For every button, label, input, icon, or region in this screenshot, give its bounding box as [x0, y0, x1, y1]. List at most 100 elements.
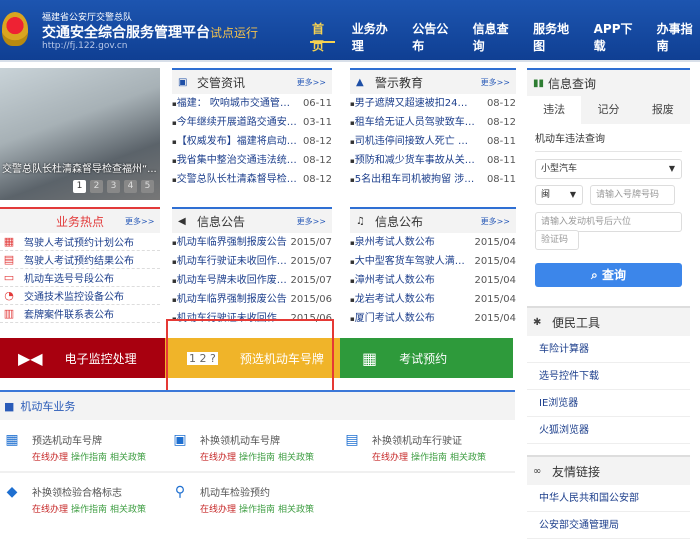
service-name[interactable]: 机动车检验预约: [200, 484, 314, 499]
list-item[interactable]: 漳州考试人数公布 2015/04: [350, 271, 516, 290]
carousel-caption[interactable]: 交警总队长杜清森督导检查福州“...: [2, 160, 158, 175]
province-select[interactable]: 闽 ▼: [535, 185, 583, 205]
banner-exam-booking[interactable]: ▦ 考试预约: [340, 338, 513, 378]
carousel-page[interactable]: 1: [73, 180, 86, 193]
item-title[interactable]: 预防和减少货车事故从关注...: [350, 151, 475, 170]
item-title[interactable]: 男子遮牌又超速被扣24分 自...: [350, 94, 475, 113]
site-title[interactable]: 交通安全综合服务管理平台试点运行: [42, 22, 258, 42]
carousel-page[interactable]: 4: [124, 180, 137, 193]
item-title[interactable]: 泉州考试人数公布: [350, 233, 435, 252]
carousel-page[interactable]: 5: [141, 180, 154, 193]
tab-points[interactable]: 记分: [581, 96, 635, 124]
item-title[interactable]: 机动车临界强制报废公告: [172, 290, 287, 309]
item-title[interactable]: 漳州考试人数公布: [350, 271, 435, 290]
item-title[interactable]: 福建： 吹响城市交通管理“...: [172, 94, 297, 113]
list-item[interactable]: 今年继续开展道路交通安全... 03-11: [172, 113, 332, 132]
list-item[interactable]: 福建： 吹响城市交通管理“... 06-11: [172, 94, 332, 113]
tool-link[interactable]: IE浏览器: [527, 390, 690, 417]
online-link[interactable]: 在线办理: [32, 505, 68, 515]
tool-link[interactable]: 车险计算器: [527, 336, 690, 363]
list-item[interactable]: 龙岩考试人数公布 2015/04: [350, 290, 516, 309]
service-name[interactable]: 补换领机动车行驶证: [372, 432, 486, 447]
policy-link[interactable]: 相关政策: [278, 453, 314, 463]
service-name[interactable]: 补换领检验合格标志: [32, 484, 146, 499]
query-submit-button[interactable]: ⌕ 查询: [535, 263, 682, 287]
list-item[interactable]: ▭ 机动车选号号段公布: [0, 269, 160, 287]
nav-business[interactable]: 业务办理: [350, 20, 395, 54]
item-title[interactable]: 我省集中整治交通违法统一...: [172, 151, 297, 170]
list-item[interactable]: 交警总队长杜清森督导检查... 08-12: [172, 170, 332, 189]
banner-e-monitor[interactable]: ▶◀ 电子监控处理: [0, 338, 165, 378]
item-title[interactable]: 机动车行驶证未收回作废公告: [172, 252, 291, 271]
vehicle-type-select[interactable]: 小型汽车 ▼: [535, 159, 682, 179]
friend-link[interactable]: 公安部交通管理局: [527, 512, 690, 539]
tab-violation[interactable]: 违法: [527, 96, 582, 124]
policy-link[interactable]: 相关政策: [450, 453, 486, 463]
policy-link[interactable]: 相关政策: [110, 453, 146, 463]
more-link[interactable]: 更多>>: [125, 216, 154, 227]
list-item[interactable]: 泉州考试人数公布 2015/04: [350, 233, 516, 252]
guide-link[interactable]: 操作指南: [71, 505, 107, 515]
list-item[interactable]: 5名出租车司机被拘留 涉带... 08-11: [350, 170, 516, 189]
item-title[interactable]: 厦门考试人数公布: [350, 309, 435, 328]
online-link[interactable]: 在线办理: [32, 453, 68, 463]
list-item[interactable]: ▦ 驾驶人考试预约计划公布: [0, 233, 160, 251]
list-item[interactable]: 男子遮牌又超速被扣24分 自... 08-12: [350, 94, 516, 113]
guide-link[interactable]: 操作指南: [239, 453, 275, 463]
item-title[interactable]: 机动车临界强制报废公告: [172, 233, 287, 252]
list-item[interactable]: 厦门考试人数公布 2015/04: [350, 309, 516, 328]
list-item[interactable]: 大中型客货车驾驶人满分公布2015/04: [350, 252, 516, 271]
item-title[interactable]: 今年继续开展道路交通安全...: [172, 113, 297, 132]
item-title[interactable]: 龙岩考试人数公布: [350, 290, 435, 309]
online-link[interactable]: 在线办理: [372, 453, 408, 463]
online-link[interactable]: 在线办理: [200, 453, 236, 463]
item-title[interactable]: 租车给无证人员驾驶致车祸 ...: [350, 113, 475, 132]
list-item[interactable]: 机动车临界强制报废公告2015/07: [172, 233, 332, 252]
tab-scrap[interactable]: 报废: [636, 96, 690, 124]
list-item[interactable]: 我省集中整治交通违法统一... 08-12: [172, 151, 332, 170]
guide-link[interactable]: 操作指南: [411, 453, 447, 463]
plate-number-input[interactable]: 请输入号牌号码: [590, 185, 675, 205]
guide-link[interactable]: 操作指南: [71, 453, 107, 463]
guide-link[interactable]: 操作指南: [239, 505, 275, 515]
item-title[interactable]: 司机违停间接致人死亡 害怕...: [350, 132, 475, 151]
carousel-page[interactable]: 2: [90, 180, 103, 193]
item-title[interactable]: 5名出租车司机被拘留 涉带...: [350, 170, 475, 189]
list-item[interactable]: 预防和减少货车事故从关注... 08-11: [350, 151, 516, 170]
more-link[interactable]: 更多>>: [481, 77, 510, 88]
tool-link[interactable]: 火狐浏览器: [527, 417, 690, 444]
engine-number-input[interactable]: 请输入发动机号后六位: [535, 212, 682, 232]
more-link[interactable]: 更多>>: [297, 77, 326, 88]
item-title[interactable]: 交警总队长杜清森督导检查...: [172, 170, 297, 189]
more-link[interactable]: 更多>>: [297, 216, 326, 227]
service-name[interactable]: 补换领机动车号牌: [200, 432, 314, 447]
list-item[interactable]: ▥ 套牌案件联系表公布: [0, 305, 160, 323]
list-item[interactable]: ◔ 交通技术监控设备公布: [0, 287, 160, 305]
nav-map[interactable]: 服务地图: [531, 20, 576, 54]
item-title[interactable]: 大中型客货车驾驶人满分公布: [350, 252, 475, 271]
nav-announcements[interactable]: 公告公布: [410, 20, 455, 54]
captcha-input[interactable]: 验证码: [535, 230, 579, 250]
friend-link[interactable]: 中华人民共和国公安部: [527, 485, 690, 512]
online-link[interactable]: 在线办理: [200, 505, 236, 515]
item-title[interactable]: 机动车号牌未收回作废公告: [172, 271, 291, 290]
carousel-page[interactable]: 3: [107, 180, 120, 193]
list-item[interactable]: 机动车行驶证未收回作废公告2015/07: [172, 252, 332, 271]
nav-app[interactable]: APP下载: [592, 20, 640, 54]
tool-link[interactable]: 选号控件下载: [527, 363, 690, 390]
nav-guide[interactable]: 办事指南: [655, 20, 700, 54]
more-link[interactable]: 更多>>: [481, 216, 510, 227]
list-item[interactable]: 司机违停间接致人死亡 害怕... 08-11: [350, 132, 516, 151]
nav-home[interactable]: 首页: [310, 20, 335, 54]
list-item[interactable]: ▤ 驾驶人考试预约结果公布: [0, 251, 160, 269]
title-text: 交通安全综合服务管理平台: [42, 25, 210, 41]
policy-link[interactable]: 相关政策: [278, 505, 314, 515]
nav-query[interactable]: 信息查询: [471, 20, 516, 54]
item-title[interactable]: 【权威发布】福建将启动最...: [172, 132, 297, 151]
service-name[interactable]: 预选机动车号牌: [32, 432, 146, 447]
list-item[interactable]: 租车给无证人员驾驶致车祸 ... 08-12: [350, 113, 516, 132]
list-item[interactable]: 机动车号牌未收回作废公告2015/07: [172, 271, 332, 290]
policy-link[interactable]: 相关政策: [110, 505, 146, 515]
list-item[interactable]: 【权威发布】福建将启动最... 08-12: [172, 132, 332, 151]
list-item[interactable]: 机动车临界强制报废公告2015/06: [172, 290, 332, 309]
